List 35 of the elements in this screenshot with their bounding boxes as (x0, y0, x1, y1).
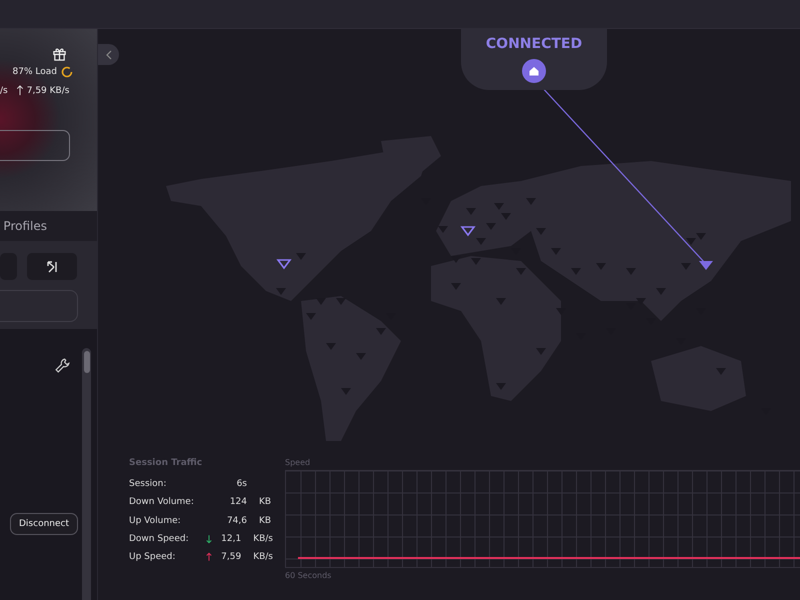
scrollbar[interactable] (82, 348, 91, 600)
wrench-icon[interactable] (54, 357, 71, 374)
stat-value: 74,6 (226, 516, 247, 526)
stat-label: Up Speed: (129, 552, 176, 562)
gift-icon[interactable] (52, 46, 67, 61)
stat-unit: KB (259, 516, 272, 526)
disconnect-button[interactable]: Disconnect (10, 513, 78, 535)
stat-value: 6s (236, 479, 247, 490)
search-field[interactable] (0, 290, 78, 322)
session-traffic-title: Session Traffic (129, 458, 204, 468)
load-label: 87% Load (12, 67, 57, 77)
download-speed: /s (0, 86, 8, 96)
stat-value: 7,59 (220, 552, 242, 562)
stat-unit: KB/s (253, 534, 273, 544)
stat-unit: KB (259, 497, 272, 508)
stat-label: Session: (129, 479, 168, 490)
speed-graph-title: Speed (285, 458, 312, 467)
up-arrow-icon (16, 85, 24, 96)
skip-button[interactable] (27, 253, 77, 280)
connection-status: CONNECTED (486, 36, 582, 52)
collapse-button[interactable] (98, 44, 119, 65)
up-arrow-icon (206, 552, 212, 562)
stat-value: 124 (228, 497, 247, 508)
stat-label: Down Volume: (129, 497, 195, 508)
stat-label: Up Volume: (129, 516, 182, 526)
graph-time-caption: 60 Seconds (285, 571, 332, 580)
load-ring-icon (61, 66, 73, 78)
home-icon[interactable] (521, 58, 547, 84)
chevron-left-icon (104, 48, 112, 60)
stat-value: 12,1 (220, 534, 242, 544)
stat-label: Down Speed: (129, 534, 190, 544)
stat-unit: KB/s (253, 552, 273, 562)
connect-button[interactable] (0, 130, 70, 161)
upload-speed: 7,59 KB/s (26, 86, 70, 96)
down-arrow-icon (206, 534, 212, 544)
